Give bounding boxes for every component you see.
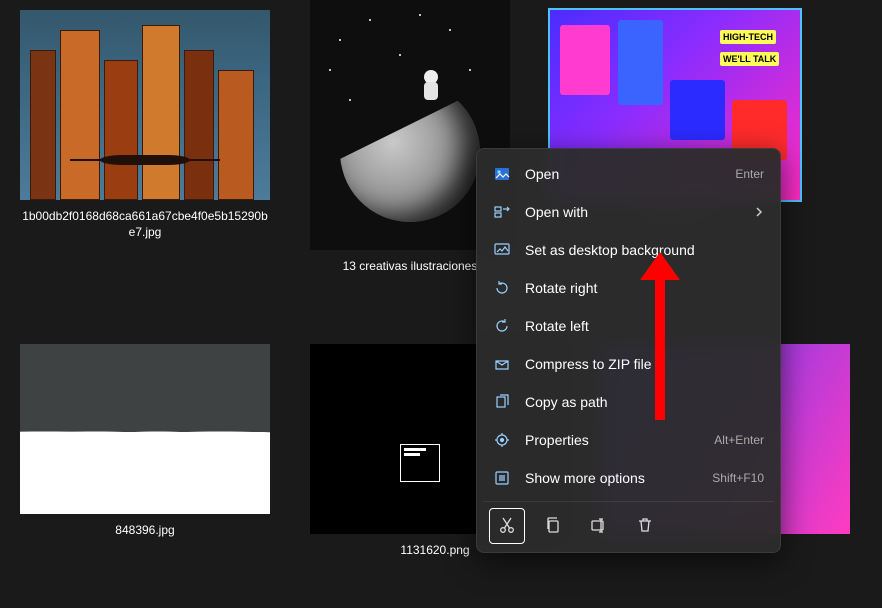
- menu-item-label: Copy as path: [525, 394, 764, 410]
- menu-item-open-with[interactable]: Open with: [483, 193, 774, 231]
- menu-item-label: Rotate right: [525, 280, 764, 296]
- thumbnail: [20, 344, 270, 514]
- menu-item-accel: Alt+Enter: [714, 433, 764, 447]
- rotate-right-icon: [493, 279, 511, 297]
- zip-icon: [493, 355, 511, 373]
- copy-button[interactable]: [535, 508, 571, 544]
- file-name-label: 13 creativas ilustraciones: [343, 258, 478, 274]
- rotate-left-icon: [493, 317, 511, 335]
- properties-icon: [493, 431, 511, 449]
- menu-item-accel: Shift+F10: [712, 471, 764, 485]
- menu-item-label: Show more options: [525, 470, 698, 486]
- thumbnail: [20, 10, 270, 200]
- menu-item-open[interactable]: Open Enter: [483, 155, 774, 193]
- copy-path-icon: [493, 393, 511, 411]
- file-name-label: 1131620.png: [400, 542, 469, 558]
- picture-icon: [493, 165, 511, 183]
- menu-item-compress-zip[interactable]: Compress to ZIP file: [483, 345, 774, 383]
- file-name-label: 848396.jpg: [115, 522, 174, 538]
- menu-item-label: Rotate left: [525, 318, 764, 334]
- menu-item-copy-as-path[interactable]: Copy as path: [483, 383, 774, 421]
- cut-button[interactable]: [489, 508, 525, 544]
- file-name-label: 1b00db2f0168d68ca661a67cbe4f0e5b15290be7…: [20, 208, 270, 240]
- rename-button[interactable]: [581, 508, 617, 544]
- more-options-icon: [493, 469, 511, 487]
- rename-icon: [590, 516, 608, 537]
- menu-item-rotate-left[interactable]: Rotate left: [483, 307, 774, 345]
- menu-item-label: Set as desktop background: [525, 242, 764, 258]
- menu-item-rotate-right[interactable]: Rotate right: [483, 269, 774, 307]
- menu-item-label: Open: [525, 166, 721, 182]
- context-menu-action-bar: [483, 501, 774, 546]
- delete-icon: [636, 516, 654, 537]
- copy-icon: [544, 516, 562, 537]
- file-item[interactable]: 848396.jpg: [20, 344, 270, 538]
- context-menu: Open Enter Open with Set as desktop back…: [476, 148, 781, 553]
- chevron-right-icon: [754, 204, 764, 220]
- open-with-icon: [493, 203, 511, 221]
- menu-item-show-more-options[interactable]: Show more options Shift+F10: [483, 459, 774, 497]
- menu-item-label: Open with: [525, 204, 740, 220]
- menu-item-accel: Enter: [735, 167, 764, 181]
- thumbnail-text: HIGH-TECH: [720, 30, 776, 44]
- cut-icon: [498, 516, 516, 537]
- file-item[interactable]: 1b00db2f0168d68ca661a67cbe4f0e5b15290be7…: [20, 10, 270, 240]
- menu-item-properties[interactable]: Properties Alt+Enter: [483, 421, 774, 459]
- delete-button[interactable]: [627, 508, 663, 544]
- menu-item-set-desktop-background[interactable]: Set as desktop background: [483, 231, 774, 269]
- desktop-icon: [493, 241, 511, 259]
- menu-item-label: Compress to ZIP file: [525, 356, 764, 372]
- menu-item-label: Properties: [525, 432, 700, 448]
- thumbnail-text: WE'LL TALK: [720, 52, 779, 66]
